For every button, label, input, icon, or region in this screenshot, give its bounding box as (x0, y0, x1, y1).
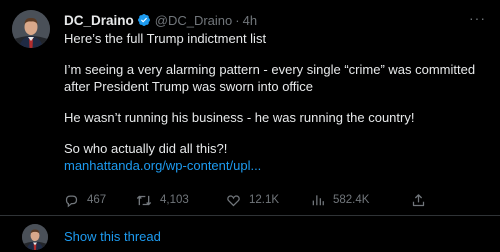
show-thread-row[interactable]: Show this thread (0, 216, 500, 252)
views-icon (311, 193, 325, 207)
tweet-text: Here’s the full Trump indictment list I’… (64, 30, 490, 174)
timestamp[interactable]: 4h (243, 13, 257, 28)
share-button[interactable] (411, 193, 431, 208)
show-thread-link[interactable]: Show this thread (64, 229, 161, 244)
retweet-button[interactable]: 4,103 (136, 193, 226, 208)
tweet-actions: 467 4,103 12.1K 582.4K (64, 191, 494, 209)
reply-icon (64, 193, 79, 208)
verified-badge-icon (137, 13, 151, 27)
display-name[interactable]: DC_Draino (64, 13, 134, 28)
share-icon (411, 193, 426, 208)
like-count: 12.1K (249, 194, 280, 206)
avatar[interactable] (22, 224, 48, 250)
retweet-icon (136, 193, 152, 208)
views-button[interactable]: 582.4K (311, 193, 411, 207)
tweet-paragraph: So who actually did all this?! (64, 141, 228, 156)
tweet-paragraph: He wasn’t running his business - he was … (64, 110, 415, 125)
reply-button[interactable]: 467 (64, 193, 136, 208)
retweet-count: 4,103 (160, 194, 189, 206)
separator-dot: · (235, 12, 240, 28)
more-options-icon[interactable]: ··· (469, 11, 486, 25)
tweet-header: DC_Draino @DC_Draino · 4h (64, 11, 257, 29)
reply-count: 467 (87, 194, 107, 206)
handle[interactable]: @DC_Draino (155, 13, 233, 28)
tweet-link[interactable]: manhattanda.org/wp-content/upl... (64, 158, 261, 173)
views-count: 582.4K (333, 194, 370, 206)
avatar[interactable] (12, 10, 50, 48)
tweet-paragraph: I’m seeing a very alarming pattern - eve… (64, 62, 476, 94)
like-button[interactable]: 12.1K (226, 193, 311, 208)
heart-icon (226, 193, 241, 208)
tweet[interactable]: DC_Draino @DC_Draino · 4h ··· Here’s the… (0, 0, 500, 216)
tweet-paragraph: Here’s the full Trump indictment list (64, 31, 267, 46)
